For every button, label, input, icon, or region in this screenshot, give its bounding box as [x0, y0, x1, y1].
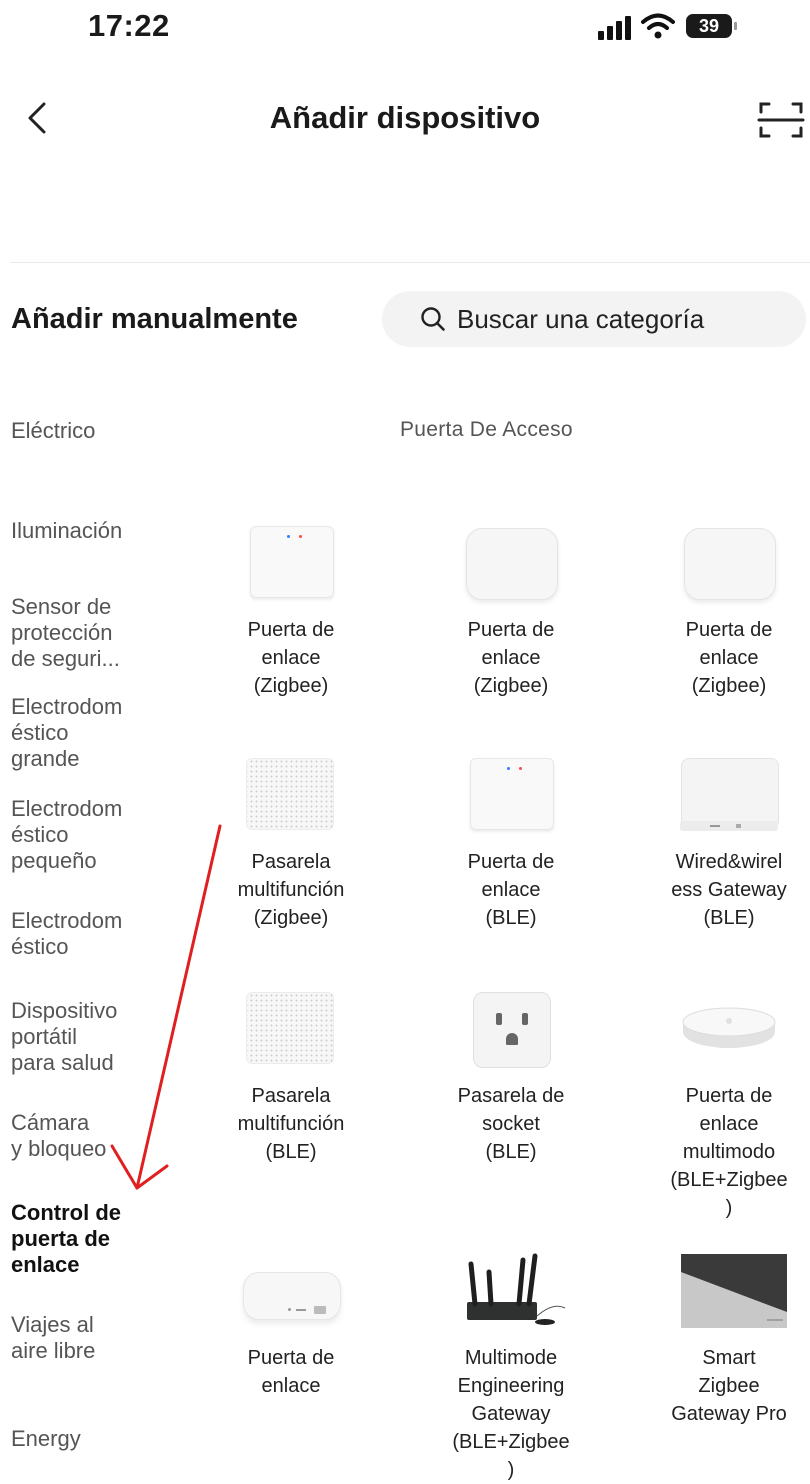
device-card[interactable]: Puerta de enlace [196, 1254, 386, 1400]
page-title: Añadir dispositivo [269, 100, 541, 135]
category-item[interactable]: Viajes al aire libre [11, 1312, 186, 1364]
gateway-box-icon [243, 526, 339, 602]
device-card[interactable]: Multimode Engineering Gateway (BLE+Zigbee) [416, 1253, 606, 1484]
battery-level: 39 [698, 16, 720, 36]
category-item[interactable]: Eléctrico [11, 418, 186, 444]
gateway-box-icon [463, 758, 559, 834]
category-item[interactable]: Sensor de protección de seguri... [11, 594, 186, 672]
device-label: Puerta de enlace (Zigbee) [685, 619, 773, 697]
header-divider [10, 262, 810, 263]
device-card[interactable]: Wired&wirel ess Gateway (BLE) [634, 758, 810, 932]
router-antenna-icon [463, 1253, 566, 1330]
device-card[interactable]: Puerta de enlace multimodo (BLE+Zigbee) [634, 992, 810, 1222]
wifi-icon [641, 13, 675, 39]
speaker-gateway-icon [243, 992, 339, 1068]
device-label: Puerta de enlace (Zigbee) [247, 619, 335, 697]
puck-gateway-icon [681, 992, 777, 1068]
category-item[interactable]: Energy [11, 1426, 186, 1452]
device-card[interactable]: Pasarela de socket (BLE) [416, 992, 606, 1166]
category-item[interactable]: Cámara y bloqueo [11, 1110, 186, 1162]
category-item[interactable]: Iluminación [11, 518, 186, 544]
device-label: Puerta de enlace (BLE) [467, 851, 555, 929]
device-card[interactable]: Pasarela multifunción (BLE) [196, 992, 386, 1166]
category-search-input[interactable]: Buscar una categoría [382, 291, 806, 347]
section-title: Puerta De Acceso [400, 418, 573, 441]
device-card[interactable]: Smart Zigbee Gateway Pro [634, 1254, 810, 1428]
category-item[interactable]: Control de puerta de enlace [11, 1200, 186, 1278]
device-label: Wired&wirel ess Gateway (BLE) [671, 851, 787, 929]
wired-hub-icon [680, 758, 779, 834]
device-label: Multimode Engineering Gateway (BLE+Zigbee) [452, 1347, 570, 1481]
category-item[interactable]: Electrodom éstico [11, 908, 186, 960]
device-card[interactable]: Puerta de enlace (Zigbee) [196, 526, 386, 700]
gateway-rounded-icon [463, 526, 559, 602]
device-label: Puerta de enlace (Zigbee) [467, 619, 555, 697]
gateway-pro-icon [681, 1254, 787, 1330]
socket-icon [463, 992, 559, 1068]
gateway-rounded-icon [681, 526, 777, 602]
device-label: Puerta de enlace [247, 1347, 335, 1397]
device-card[interactable]: Puerta de enlace (BLE) [416, 758, 606, 932]
speaker-gateway-icon [243, 758, 339, 834]
search-icon [421, 307, 445, 331]
device-label: Pasarela multifunción (Zigbee) [237, 851, 345, 929]
device-card[interactable]: Puerta de enlace (Zigbee) [634, 526, 810, 700]
category-item[interactable]: Dispositivo portátil para salud [11, 998, 186, 1076]
device-label: Pasarela de socket (BLE) [457, 1085, 565, 1163]
cellular-signal-icon [598, 14, 632, 40]
battery-icon: 39 [686, 14, 737, 38]
flat-gateway-icon [243, 1254, 341, 1330]
device-card[interactable]: Pasarela multifunción (Zigbee) [196, 758, 386, 932]
category-item[interactable]: Electrodom éstico pequeño [11, 796, 186, 874]
device-card[interactable]: Puerta de enlace (Zigbee) [416, 526, 606, 700]
status-time: 17:22 [88, 8, 170, 43]
device-label: Puerta de enlace multimodo (BLE+Zigbee) [670, 1085, 788, 1219]
manual-add-title: Añadir manualmente [11, 303, 298, 335]
device-label: Pasarela multifunción (BLE) [237, 1085, 345, 1163]
scan-qr-icon[interactable] [755, 100, 807, 140]
search-placeholder: Buscar una categoría [457, 304, 705, 334]
device-label: Smart Zigbee Gateway Pro [671, 1347, 787, 1425]
category-item[interactable]: Electrodom éstico grande [11, 694, 186, 772]
